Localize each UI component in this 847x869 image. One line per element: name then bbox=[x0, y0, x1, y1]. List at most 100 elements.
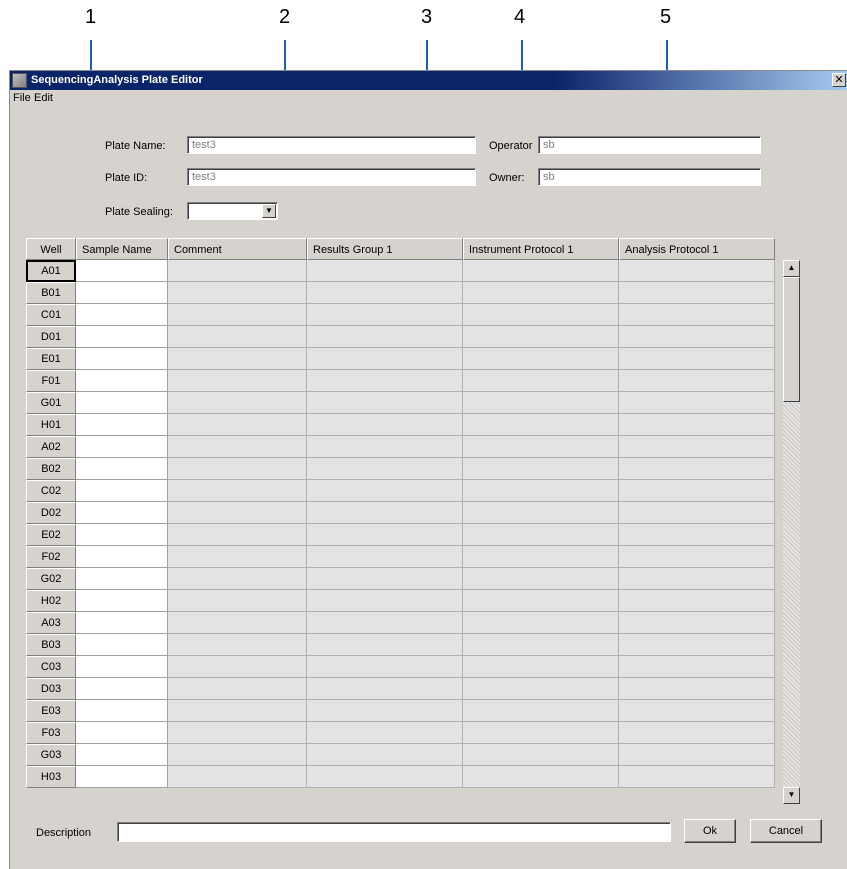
well-cell[interactable]: A03 bbox=[26, 612, 76, 634]
sample-name-cell[interactable] bbox=[76, 502, 168, 524]
table-cell[interactable] bbox=[168, 612, 307, 634]
table-cell[interactable] bbox=[168, 524, 307, 546]
table-cell[interactable] bbox=[463, 436, 619, 458]
table-cell[interactable] bbox=[168, 348, 307, 370]
ok-button[interactable]: Ok bbox=[684, 819, 736, 843]
table-cell[interactable] bbox=[307, 590, 463, 612]
table-cell[interactable] bbox=[463, 634, 619, 656]
table-cell[interactable] bbox=[619, 370, 775, 392]
close-button[interactable]: ✕ bbox=[832, 73, 846, 87]
sample-name-cell[interactable] bbox=[76, 282, 168, 304]
well-cell[interactable]: D03 bbox=[26, 678, 76, 700]
table-cell[interactable] bbox=[619, 722, 775, 744]
table-cell[interactable] bbox=[168, 568, 307, 590]
well-cell[interactable]: F01 bbox=[26, 370, 76, 392]
table-cell[interactable] bbox=[619, 326, 775, 348]
table-cell[interactable] bbox=[619, 480, 775, 502]
sample-name-cell[interactable] bbox=[76, 348, 168, 370]
table-cell[interactable] bbox=[463, 370, 619, 392]
table-cell[interactable] bbox=[307, 568, 463, 590]
sample-name-cell[interactable] bbox=[76, 458, 168, 480]
table-cell[interactable] bbox=[168, 502, 307, 524]
sample-name-cell[interactable] bbox=[76, 326, 168, 348]
well-cell[interactable]: H02 bbox=[26, 590, 76, 612]
table-cell[interactable] bbox=[168, 260, 307, 282]
table-cell[interactable] bbox=[619, 590, 775, 612]
well-cell[interactable]: C03 bbox=[26, 656, 76, 678]
table-cell[interactable] bbox=[168, 480, 307, 502]
well-cell[interactable]: G02 bbox=[26, 568, 76, 590]
table-cell[interactable] bbox=[307, 348, 463, 370]
table-cell[interactable] bbox=[168, 700, 307, 722]
table-cell[interactable] bbox=[619, 766, 775, 788]
table-cell[interactable] bbox=[463, 678, 619, 700]
table-cell[interactable] bbox=[168, 436, 307, 458]
table-cell[interactable] bbox=[307, 502, 463, 524]
sample-name-cell[interactable] bbox=[76, 612, 168, 634]
plate-name-field[interactable]: test3 bbox=[187, 136, 476, 154]
header-col-comment[interactable]: Comment bbox=[168, 238, 307, 260]
well-cell[interactable]: E02 bbox=[26, 524, 76, 546]
table-cell[interactable] bbox=[307, 524, 463, 546]
sample-name-cell[interactable] bbox=[76, 414, 168, 436]
table-cell[interactable] bbox=[307, 414, 463, 436]
table-cell[interactable] bbox=[463, 458, 619, 480]
table-cell[interactable] bbox=[307, 744, 463, 766]
menu-file[interactable]: File bbox=[13, 92, 31, 104]
table-cell[interactable] bbox=[619, 678, 775, 700]
table-cell[interactable] bbox=[463, 392, 619, 414]
header-col-results-group[interactable]: Results Group 1 bbox=[307, 238, 463, 260]
table-cell[interactable] bbox=[619, 282, 775, 304]
table-cell[interactable] bbox=[168, 392, 307, 414]
table-cell[interactable] bbox=[463, 766, 619, 788]
table-cell[interactable] bbox=[307, 304, 463, 326]
table-cell[interactable] bbox=[463, 414, 619, 436]
table-cell[interactable] bbox=[307, 612, 463, 634]
table-cell[interactable] bbox=[619, 348, 775, 370]
table-cell[interactable] bbox=[307, 436, 463, 458]
table-cell[interactable] bbox=[168, 722, 307, 744]
table-cell[interactable] bbox=[463, 612, 619, 634]
table-cell[interactable] bbox=[463, 282, 619, 304]
plate-sealing-select[interactable]: ▼ bbox=[187, 202, 278, 220]
well-cell[interactable]: E01 bbox=[26, 348, 76, 370]
table-cell[interactable] bbox=[307, 766, 463, 788]
table-cell[interactable] bbox=[307, 634, 463, 656]
table-cell[interactable] bbox=[619, 700, 775, 722]
table-cell[interactable] bbox=[307, 392, 463, 414]
sample-name-cell[interactable] bbox=[76, 700, 168, 722]
sample-name-cell[interactable] bbox=[76, 590, 168, 612]
table-cell[interactable] bbox=[463, 304, 619, 326]
well-cell[interactable]: H03 bbox=[26, 766, 76, 788]
table-cell[interactable] bbox=[307, 282, 463, 304]
table-cell[interactable] bbox=[463, 524, 619, 546]
table-cell[interactable] bbox=[168, 590, 307, 612]
table-cell[interactable] bbox=[463, 326, 619, 348]
sample-name-cell[interactable] bbox=[76, 568, 168, 590]
chevron-down-icon[interactable]: ▼ bbox=[262, 204, 276, 218]
table-cell[interactable] bbox=[463, 700, 619, 722]
sample-name-cell[interactable] bbox=[76, 480, 168, 502]
sample-name-cell[interactable] bbox=[76, 524, 168, 546]
table-cell[interactable] bbox=[168, 326, 307, 348]
table-cell[interactable] bbox=[619, 414, 775, 436]
table-cell[interactable] bbox=[168, 766, 307, 788]
table-cell[interactable] bbox=[619, 634, 775, 656]
table-cell[interactable] bbox=[463, 480, 619, 502]
table-cell[interactable] bbox=[463, 590, 619, 612]
table-cell[interactable] bbox=[168, 744, 307, 766]
sample-name-cell[interactable] bbox=[76, 304, 168, 326]
table-cell[interactable] bbox=[168, 282, 307, 304]
header-col-instrument-protocol[interactable]: Instrument Protocol 1 bbox=[463, 238, 619, 260]
table-cell[interactable] bbox=[619, 568, 775, 590]
well-cell[interactable]: G03 bbox=[26, 744, 76, 766]
table-cell[interactable] bbox=[307, 370, 463, 392]
table-cell[interactable] bbox=[619, 524, 775, 546]
sample-name-cell[interactable] bbox=[76, 436, 168, 458]
well-cell[interactable]: H01 bbox=[26, 414, 76, 436]
table-cell[interactable] bbox=[168, 458, 307, 480]
table-cell[interactable] bbox=[619, 546, 775, 568]
table-cell[interactable] bbox=[463, 722, 619, 744]
table-cell[interactable] bbox=[307, 700, 463, 722]
well-cell[interactable]: C01 bbox=[26, 304, 76, 326]
